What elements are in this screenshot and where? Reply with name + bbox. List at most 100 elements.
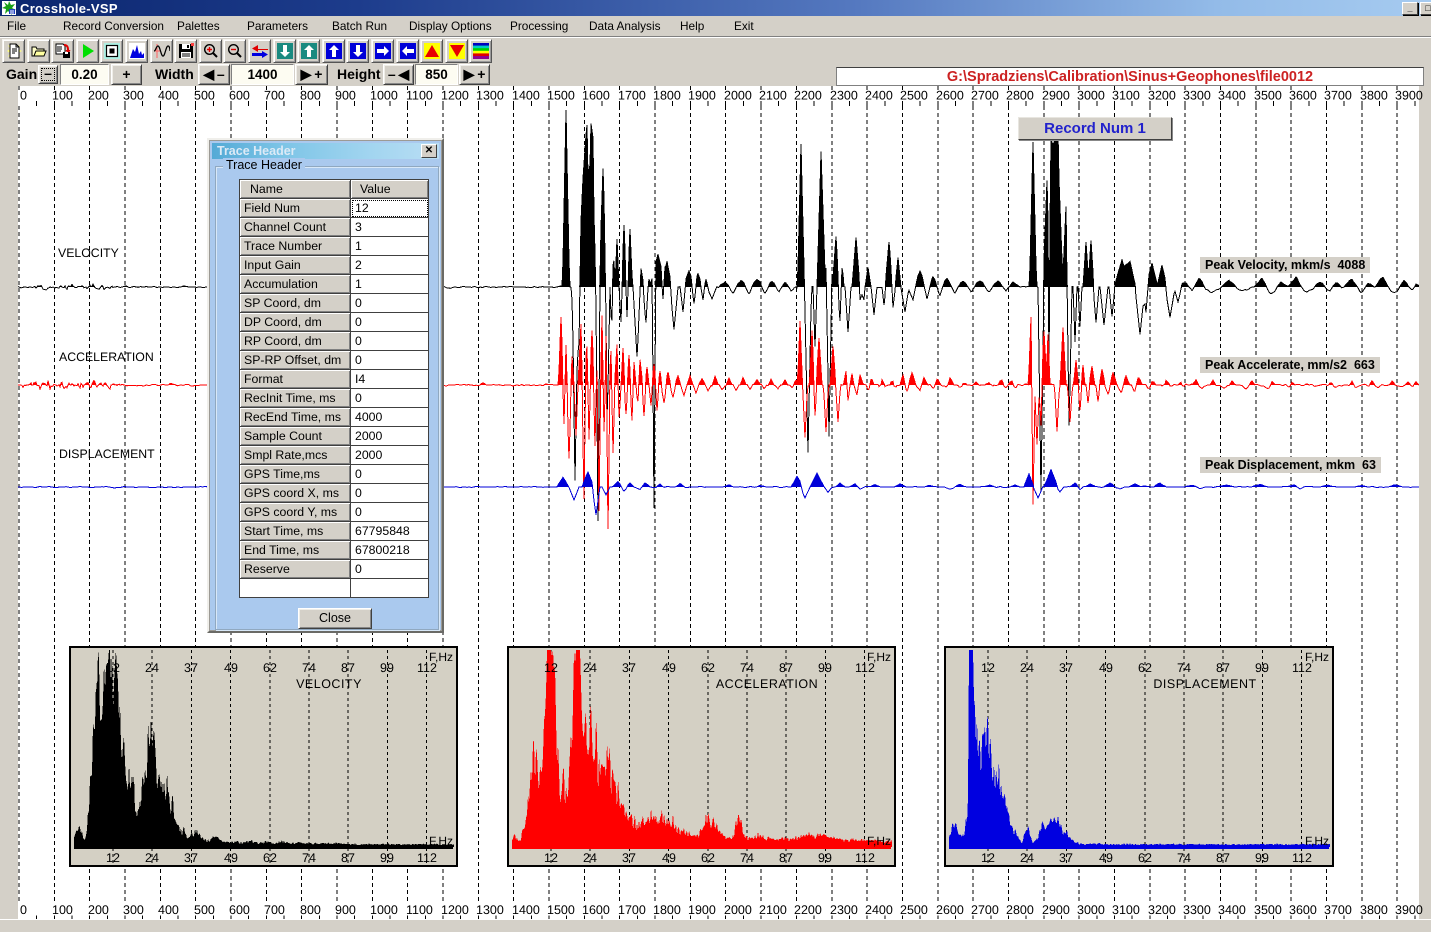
svg-text:2500: 2500 bbox=[900, 89, 928, 103]
svg-text:1100: 1100 bbox=[406, 903, 433, 917]
svg-text:24: 24 bbox=[145, 851, 159, 865]
svg-text:12: 12 bbox=[981, 851, 995, 865]
svg-text:3400: 3400 bbox=[1218, 903, 1246, 917]
svg-text:3200: 3200 bbox=[1148, 903, 1176, 917]
svg-text:87: 87 bbox=[341, 851, 355, 865]
svg-text:300: 300 bbox=[123, 903, 144, 917]
svg-text:ACCELERATION: ACCELERATION bbox=[59, 350, 154, 364]
svg-text:2900: 2900 bbox=[1042, 903, 1070, 917]
svg-text:99: 99 bbox=[380, 851, 394, 865]
svg-text:2800: 2800 bbox=[1006, 89, 1034, 103]
svg-text:F,Hz: F,Hz bbox=[429, 834, 453, 848]
svg-text:2700: 2700 bbox=[971, 89, 999, 103]
svg-text:99: 99 bbox=[818, 661, 832, 675]
svg-text:37: 37 bbox=[184, 661, 198, 675]
svg-text:3900: 3900 bbox=[1395, 903, 1423, 917]
svg-text:400: 400 bbox=[158, 89, 179, 103]
svg-text:37: 37 bbox=[622, 851, 636, 865]
svg-text:900: 900 bbox=[335, 89, 356, 103]
svg-text:F,Hz: F,Hz bbox=[867, 834, 891, 848]
svg-text:VELOCITY: VELOCITY bbox=[296, 677, 362, 691]
svg-text:F,Hz: F,Hz bbox=[429, 650, 453, 664]
svg-text:1200: 1200 bbox=[441, 903, 469, 917]
svg-text:800: 800 bbox=[300, 89, 321, 103]
svg-text:100: 100 bbox=[52, 903, 73, 917]
svg-text:62: 62 bbox=[263, 851, 277, 865]
svg-text:2300: 2300 bbox=[830, 89, 858, 103]
svg-text:0: 0 bbox=[20, 89, 27, 103]
svg-text:500: 500 bbox=[194, 903, 215, 917]
svg-text:3300: 3300 bbox=[1183, 903, 1211, 917]
svg-text:300: 300 bbox=[123, 89, 144, 103]
svg-text:3700: 3700 bbox=[1324, 89, 1352, 103]
svg-text:1800: 1800 bbox=[653, 89, 681, 103]
svg-text:87: 87 bbox=[1216, 851, 1230, 865]
svg-text:500: 500 bbox=[194, 89, 215, 103]
svg-text:1300: 1300 bbox=[476, 903, 504, 917]
svg-text:112: 112 bbox=[855, 851, 875, 865]
svg-text:2200: 2200 bbox=[794, 89, 822, 103]
svg-text:3000: 3000 bbox=[1077, 89, 1105, 103]
svg-text:100: 100 bbox=[52, 89, 73, 103]
svg-text:87: 87 bbox=[779, 661, 793, 675]
svg-text:49: 49 bbox=[1099, 851, 1113, 865]
svg-text:700: 700 bbox=[264, 903, 285, 917]
svg-text:VELOCITY: VELOCITY bbox=[58, 246, 119, 260]
svg-text:12: 12 bbox=[981, 661, 995, 675]
svg-text:1300: 1300 bbox=[476, 89, 504, 103]
svg-text:2600: 2600 bbox=[936, 903, 964, 917]
svg-text:99: 99 bbox=[1255, 661, 1269, 675]
svg-text:700: 700 bbox=[264, 89, 285, 103]
svg-text:3700: 3700 bbox=[1324, 903, 1352, 917]
svg-text:37: 37 bbox=[1059, 851, 1073, 865]
svg-text:1200: 1200 bbox=[441, 89, 469, 103]
svg-text:800: 800 bbox=[300, 903, 321, 917]
svg-text:37: 37 bbox=[1059, 661, 1073, 675]
svg-text:3600: 3600 bbox=[1289, 89, 1317, 103]
svg-text:62: 62 bbox=[701, 851, 715, 865]
svg-text:74: 74 bbox=[740, 851, 754, 865]
svg-text:1600: 1600 bbox=[582, 903, 610, 917]
svg-text:24: 24 bbox=[583, 661, 597, 675]
svg-text:1900: 1900 bbox=[688, 89, 716, 103]
svg-text:2800: 2800 bbox=[1006, 903, 1034, 917]
svg-text:99: 99 bbox=[380, 661, 394, 675]
svg-text:62: 62 bbox=[263, 661, 277, 675]
svg-text:74: 74 bbox=[302, 661, 316, 675]
svg-text:200: 200 bbox=[88, 89, 109, 103]
svg-text:12: 12 bbox=[544, 851, 558, 865]
svg-text:1400: 1400 bbox=[512, 89, 540, 103]
svg-text:1000: 1000 bbox=[370, 903, 398, 917]
svg-text:200: 200 bbox=[88, 903, 109, 917]
svg-text:2900: 2900 bbox=[1042, 89, 1070, 103]
svg-text:87: 87 bbox=[779, 851, 793, 865]
svg-text:3300: 3300 bbox=[1183, 89, 1211, 103]
svg-text:2200: 2200 bbox=[794, 903, 822, 917]
svg-text:1700: 1700 bbox=[618, 903, 646, 917]
svg-text:F,Hz: F,Hz bbox=[1305, 834, 1329, 848]
svg-text:3800: 3800 bbox=[1360, 89, 1388, 103]
svg-text:3100: 3100 bbox=[1112, 903, 1140, 917]
svg-text:49: 49 bbox=[224, 661, 238, 675]
svg-text:1900: 1900 bbox=[688, 903, 716, 917]
svg-text:99: 99 bbox=[1255, 851, 1269, 865]
svg-text:62: 62 bbox=[701, 661, 715, 675]
svg-text:3100: 3100 bbox=[1112, 89, 1140, 103]
svg-text:2400: 2400 bbox=[865, 903, 893, 917]
svg-text:F,Hz: F,Hz bbox=[1305, 650, 1329, 664]
svg-text:49: 49 bbox=[662, 851, 676, 865]
svg-text:3500: 3500 bbox=[1254, 903, 1282, 917]
svg-text:87: 87 bbox=[1216, 661, 1230, 675]
svg-text:24: 24 bbox=[583, 851, 597, 865]
svg-text:3900: 3900 bbox=[1395, 89, 1423, 103]
svg-text:1600: 1600 bbox=[582, 89, 610, 103]
svg-text:900: 900 bbox=[335, 903, 356, 917]
svg-text:3200: 3200 bbox=[1148, 89, 1176, 103]
svg-text:1400: 1400 bbox=[512, 903, 540, 917]
svg-text:112: 112 bbox=[417, 851, 437, 865]
svg-text:3400: 3400 bbox=[1218, 89, 1246, 103]
svg-text:49: 49 bbox=[224, 851, 238, 865]
svg-text:12: 12 bbox=[106, 661, 120, 675]
svg-text:24: 24 bbox=[145, 661, 159, 675]
svg-text:400: 400 bbox=[158, 903, 179, 917]
